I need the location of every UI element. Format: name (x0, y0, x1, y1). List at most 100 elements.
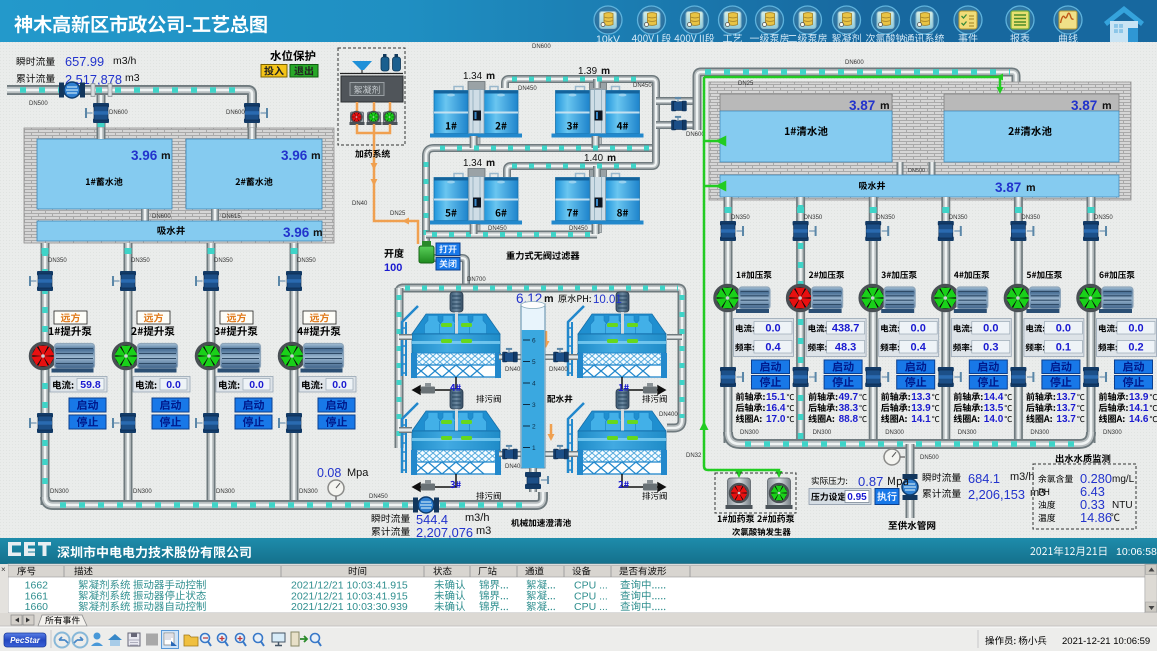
svg-text:DN300: DN300 (740, 430, 759, 436)
svg-text:DN450: DN450 (488, 226, 507, 232)
svg-text:DN300: DN300 (133, 489, 152, 495)
svg-text:13.9: 13.9 (911, 403, 931, 414)
svg-text:DN25: DN25 (738, 81, 754, 87)
svg-text:DN500: DN500 (920, 455, 939, 461)
svg-text:DN600: DN600 (845, 60, 864, 66)
svg-text:2021/12/21 10:03:30.939: 2021/12/21 10:03:30.939 (291, 601, 408, 613)
svg-text:13.3: 13.3 (911, 392, 931, 403)
svg-text:DN300: DN300 (958, 430, 977, 436)
svg-text:1.34: 1.34 (463, 158, 483, 169)
svg-text:13.7: 13.7 (1056, 392, 1076, 403)
svg-text:38.3: 38.3 (839, 403, 859, 414)
svg-text:Mpa: Mpa (347, 467, 369, 479)
svg-text:DN700: DN700 (467, 277, 486, 283)
svg-text:14.0: 14.0 (984, 414, 1004, 425)
svg-text:m3/h: m3/h (1010, 471, 1034, 483)
svg-text:NTU: NTU (1112, 500, 1133, 511)
svg-text:10:06:58: 10:06:58 (1116, 546, 1157, 558)
svg-text:0.0: 0.0 (1056, 323, 1071, 335)
svg-text:15.1: 15.1 (766, 392, 786, 403)
svg-text:m3: m3 (125, 72, 140, 84)
svg-text:0.0: 0.0 (911, 323, 926, 335)
svg-text:DN450: DN450 (633, 83, 652, 89)
svg-text:0.0: 0.0 (166, 379, 181, 391)
svg-text:1.34: 1.34 (463, 71, 483, 82)
svg-text:14.86: 14.86 (1080, 510, 1112, 525)
svg-text:DN350: DN350 (131, 258, 150, 264)
svg-text:DN350: DN350 (804, 215, 823, 221)
svg-text:DN500: DN500 (908, 168, 925, 174)
svg-text:2021-12-21 10:06:59: 2021-12-21 10:06:59 (1062, 636, 1150, 647)
svg-text:0.08: 0.08 (317, 466, 341, 480)
svg-text:DN600: DN600 (152, 214, 171, 220)
svg-text:DN450: DN450 (518, 86, 537, 92)
svg-text:17.0: 17.0 (766, 414, 786, 425)
svg-text:0.0: 0.0 (332, 379, 347, 391)
svg-text:3.96: 3.96 (281, 148, 308, 163)
svg-text:DN350: DN350 (1021, 215, 1040, 221)
svg-text:DN600: DN600 (532, 44, 551, 50)
svg-text:DN40: DN40 (352, 201, 368, 207)
svg-text:DN300: DN300 (216, 489, 235, 495)
svg-text:0.0: 0.0 (1128, 323, 1143, 335)
svg-text:10kV: 10kV (596, 34, 620, 46)
svg-text:×: × (1, 565, 6, 574)
svg-text:16.4: 16.4 (766, 403, 786, 414)
svg-text:2,206,153: 2,206,153 (968, 487, 1025, 502)
svg-text:48.3: 48.3 (835, 342, 856, 354)
svg-text:DN600: DN600 (109, 110, 128, 116)
svg-text:13.7: 13.7 (1056, 414, 1076, 425)
svg-text:4: 4 (532, 381, 536, 388)
svg-text:DN600: DN600 (226, 110, 245, 116)
svg-text:DN350: DN350 (1094, 215, 1113, 221)
svg-text:3: 3 (532, 402, 536, 409)
svg-text:684.1: 684.1 (968, 471, 1000, 486)
svg-text:DN300: DN300 (813, 430, 832, 436)
svg-text:100: 100 (384, 262, 402, 274)
svg-text:DN300: DN300 (299, 489, 318, 495)
svg-text:0.95: 0.95 (847, 492, 867, 503)
svg-text:DN450: DN450 (369, 494, 388, 500)
svg-text:mg/L: mg/L (1112, 474, 1135, 485)
svg-text:59.8: 59.8 (80, 379, 101, 391)
svg-text:0.4: 0.4 (765, 342, 781, 354)
svg-text:DN300: DN300 (1030, 430, 1049, 436)
svg-text:0.87: 0.87 (858, 474, 883, 489)
svg-text:DN500: DN500 (29, 101, 48, 107)
svg-text:m3: m3 (1030, 487, 1045, 499)
svg-text:14.1: 14.1 (1129, 403, 1149, 414)
svg-text:2,207,076: 2,207,076 (416, 525, 473, 540)
svg-text:DN400: DN400 (549, 367, 568, 373)
svg-text:m3/h: m3/h (465, 512, 489, 524)
svg-text:14.1: 14.1 (911, 414, 931, 425)
svg-text:DN300: DN300 (885, 430, 904, 436)
svg-text:DN350: DN350 (949, 215, 968, 221)
svg-text:DN350: DN350 (297, 258, 316, 264)
svg-text:PecStar: PecStar (10, 636, 41, 645)
svg-text:13.9: 13.9 (1129, 392, 1149, 403)
svg-text:10.01: 10.01 (593, 294, 622, 306)
svg-text:49.7: 49.7 (839, 392, 859, 403)
svg-text:DN600: DN600 (686, 132, 705, 138)
svg-text:14.4: 14.4 (984, 392, 1004, 403)
svg-text:0.0: 0.0 (765, 323, 780, 335)
svg-text:CPU ...: CPU ... (574, 601, 608, 613)
svg-text:0.3: 0.3 (983, 342, 998, 354)
svg-text:0.4: 0.4 (911, 342, 927, 354)
svg-text:3.87: 3.87 (1071, 98, 1097, 113)
svg-text:5: 5 (532, 359, 536, 366)
svg-text:m3/h: m3/h (113, 55, 137, 67)
svg-text:DN300: DN300 (50, 489, 69, 495)
svg-text:DN350: DN350 (48, 258, 67, 264)
svg-text:DN32: DN32 (686, 453, 702, 459)
svg-text:3.96: 3.96 (131, 148, 158, 163)
svg-text:657.99: 657.99 (65, 54, 104, 69)
svg-text:13.7: 13.7 (1056, 403, 1076, 414)
svg-text:DN450: DN450 (569, 226, 588, 232)
svg-text:DN350: DN350 (214, 258, 233, 264)
svg-text:DN615: DN615 (222, 214, 241, 220)
svg-text:3.87: 3.87 (849, 98, 875, 113)
svg-text:0.1: 0.1 (1056, 342, 1071, 354)
svg-text:3.96: 3.96 (283, 225, 310, 240)
svg-text:3.87: 3.87 (995, 180, 1021, 195)
